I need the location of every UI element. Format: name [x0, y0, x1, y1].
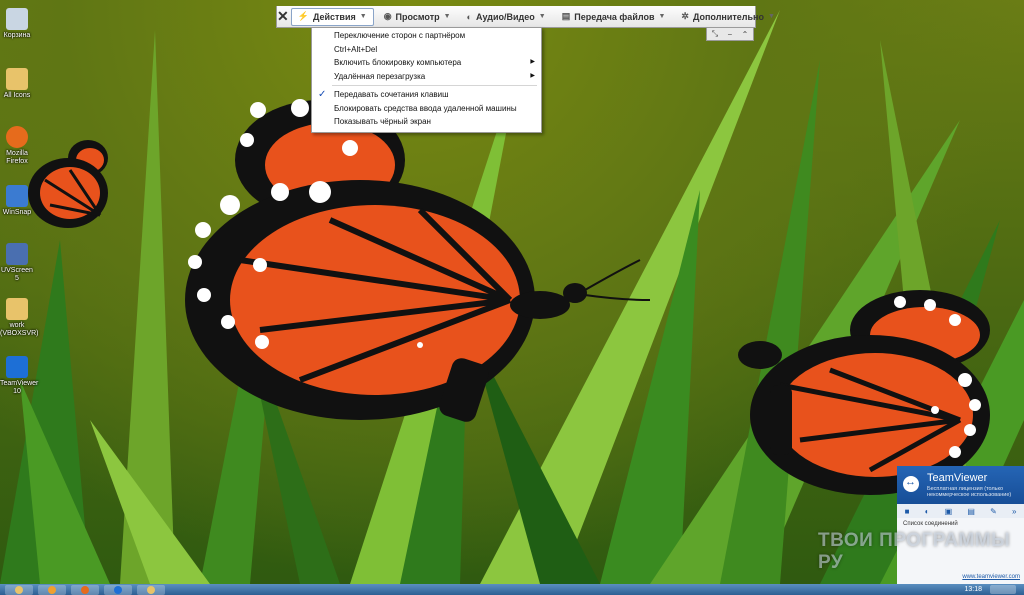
menu-item-label: Показывать чёрный экран [334, 117, 431, 126]
firefox-icon [6, 126, 28, 148]
menu-separator [332, 85, 537, 86]
headset-icon: ◐ [466, 11, 472, 22]
menu-item-switch-sides[interactable]: Переключение сторон с партнёром [312, 29, 541, 43]
desktop-icon-label: WinSnap [2, 209, 32, 216]
actions-dropdown-menu: Переключение сторон с партнёром Ctrl+Alt… [311, 27, 542, 133]
view-menu-label: Просмотр [395, 11, 440, 22]
explorer-icon [15, 585, 23, 594]
actions-menu-label: Действия [312, 11, 356, 22]
menu-item-send-key-combinations[interactable]: ✓ Передавать сочетания клавиш [312, 88, 541, 102]
eye-icon: ◉ [383, 11, 392, 21]
view-menu-button[interactable]: ◉ Просмотр ▼ [378, 9, 457, 25]
desktop-icon-all-icons[interactable]: All Icons [0, 68, 34, 100]
taskbar-clock[interactable]: 13:18 [964, 584, 982, 595]
submenu-arrow-icon: ▶ [530, 59, 535, 65]
small-butterfly [28, 140, 108, 228]
media-icon [48, 585, 56, 594]
desktop-icon-winsnap[interactable]: WinSnap [0, 185, 34, 217]
menu-item-label: Включить блокировку компьютера [334, 58, 462, 67]
audio-video-menu-button[interactable]: ◐ Аудио/Видео ▼ [461, 9, 552, 25]
checkmark-icon: ✓ [318, 89, 327, 100]
file-transfer-menu-label: Передача файлов [574, 11, 655, 22]
menu-item-show-black-screen[interactable]: Показывать чёрный экран [312, 115, 541, 129]
firefox-icon [81, 585, 89, 594]
menu-item-label: Блокировать средства ввода удаленной маш… [334, 103, 517, 113]
close-session-button[interactable]: ✕ [277, 8, 289, 25]
teamviewer-license-text: Бесплатная лицензия (только некоммерческ… [927, 486, 1012, 498]
lightning-icon: ⚡ [297, 11, 309, 21]
recycle-bin-icon [6, 8, 28, 30]
actions-menu-button[interactable]: ⚡ Действия ▼ [290, 7, 374, 26]
desktop-icon-label: UVScreen 5 [1, 267, 33, 282]
winsnap-icon [6, 185, 28, 207]
folder-icon [147, 585, 155, 594]
toolbar-mini-controls: ⤡ − ⌃ [706, 28, 754, 41]
file-transfer-menu-button[interactable]: ▤ Передача файлов ▼ [556, 9, 672, 25]
connection-list-title: Список соединений [903, 521, 958, 527]
large-butterfly [185, 99, 651, 422]
desktop-icon-label: Корзина [3, 32, 31, 39]
desktop-icon-firefox[interactable]: Mozilla Firefox [0, 126, 34, 166]
taskbar: 13:18 [0, 584, 1024, 595]
chevron-down-icon: ▼ [767, 13, 775, 20]
taskbar-firefox[interactable] [71, 584, 99, 595]
teamviewer-icon [6, 356, 28, 378]
menu-item-ctrl-alt-del[interactable]: Ctrl+Alt+Del [312, 43, 541, 57]
teamviewer-panel-header: TeamViewer Бесплатная лицензия (только н… [897, 466, 1024, 504]
file-transfer-icon: ▤ [561, 11, 571, 21]
desktop-icon-recycle-bin[interactable]: Корзина [0, 8, 34, 40]
chat-icon[interactable]: ▣ [945, 507, 953, 516]
taskbar-media[interactable] [38, 584, 66, 595]
desktop-icon-label: work (VBOXSVR) [0, 322, 39, 337]
menu-item-label: Удалённая перезагрузка [334, 71, 426, 81]
teamviewer-panel-toolbar: ■ ◐ ▣ ▤ ✎ » [897, 504, 1024, 518]
desktop-icon-label: All Icons [3, 92, 31, 99]
chevron-down-icon: ▼ [443, 13, 451, 20]
chevron-down-icon: ▼ [658, 13, 666, 20]
menu-item-label: Переключение сторон с партнёром [334, 31, 466, 40]
gears-icon: ✲ [681, 11, 689, 21]
menu-item-label: Передавать сочетания клавиш [334, 90, 449, 99]
menu-item-lock-computer[interactable]: Включить блокировку компьютера ▶ [312, 56, 541, 70]
chevron-down-icon: ▼ [538, 13, 546, 20]
teamviewer-toolbar: ✕ ⚡ Действия ▼ ◉ Просмотр ▼ ◐ Аудио/Виде… [276, 6, 775, 28]
headset-icon[interactable]: ◐ [925, 507, 930, 516]
teamviewer-icon [114, 585, 122, 594]
folder-icon [6, 68, 28, 90]
file-icon[interactable]: ▤ [967, 507, 975, 516]
menu-item-remote-reboot[interactable]: Удалённая перезагрузка ▶ [312, 70, 541, 84]
uvscreen-icon [6, 243, 28, 265]
taskbar-explorer[interactable] [5, 584, 33, 595]
desktop-icon-label: TeamViewer 10 [0, 380, 39, 395]
desktop-icon-work[interactable]: work (VBOXSVR) [0, 298, 39, 338]
taskbar-teamviewer[interactable] [104, 584, 132, 595]
desktop-icon-teamviewer[interactable]: TeamViewer 10 [0, 356, 38, 396]
expand-icon[interactable]: » [1012, 507, 1016, 516]
collapse-icon[interactable]: ⌃ [742, 30, 749, 39]
menu-item-block-remote-input[interactable]: Блокировать средства ввода удаленной маш… [312, 102, 541, 116]
desktop-icon-label: Mozilla Firefox [6, 150, 28, 165]
watermark-text: ТВОИ ПРОГРАММЫ РУ [818, 530, 1011, 573]
desktop-icon-uvscreen[interactable]: UVScreen 5 [0, 243, 34, 283]
taskbar-folder[interactable] [137, 584, 165, 595]
extras-menu-label: Дополнительно [692, 11, 764, 22]
extras-menu-button[interactable]: ✲ Дополнительно ▼ [675, 9, 781, 25]
show-desktop-button[interactable] [990, 585, 1016, 594]
submenu-arrow-icon: ▶ [530, 72, 535, 79]
teamviewer-logo-icon [903, 476, 919, 492]
minimize-icon[interactable]: − [728, 30, 733, 39]
audio-video-menu-label: Аудио/Видео [476, 11, 535, 22]
chevron-down-icon: ▼ [359, 13, 367, 20]
menu-item-label: Ctrl+Alt+Del [334, 44, 378, 54]
whiteboard-icon[interactable]: ✎ [990, 507, 997, 516]
fullscreen-icon[interactable]: ⤡ [712, 29, 718, 39]
teamviewer-panel-title: TeamViewer [927, 472, 988, 484]
network-drive-icon [6, 298, 28, 320]
video-icon[interactable]: ■ [905, 507, 910, 516]
